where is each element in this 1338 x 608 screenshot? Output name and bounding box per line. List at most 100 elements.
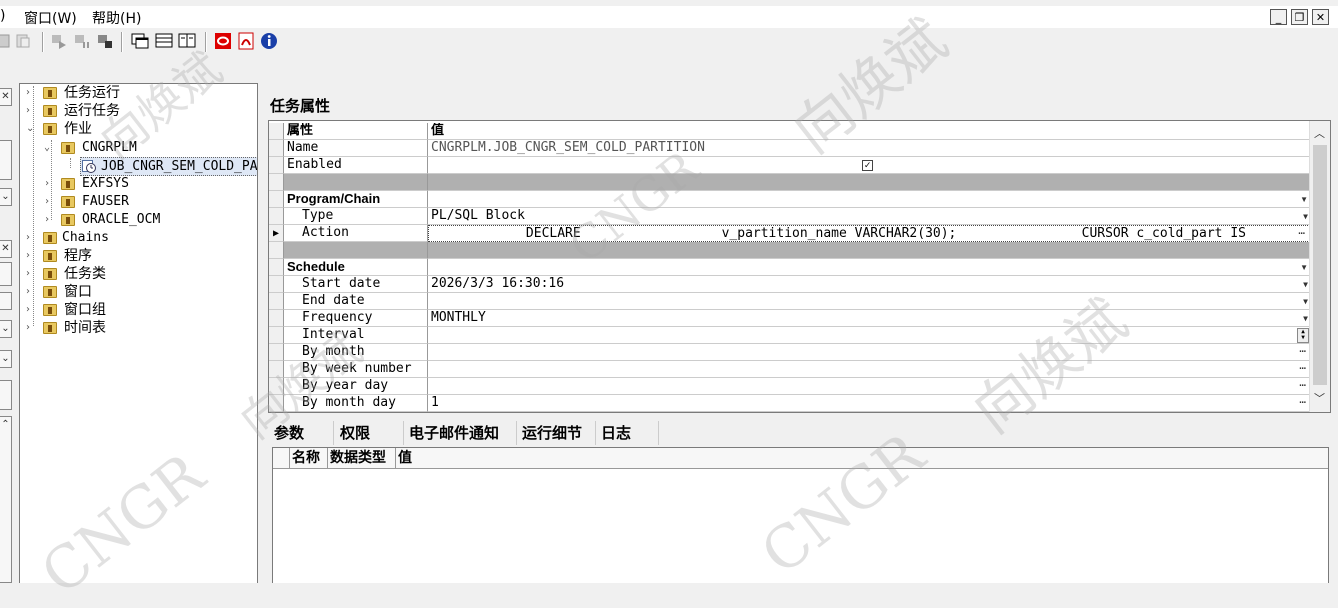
folder-icon xyxy=(43,250,57,262)
ellipsis-icon[interactable]: … xyxy=(1299,344,1306,357)
restore-button[interactable]: ❐ xyxy=(1291,9,1308,25)
chevron-right-icon[interactable]: › xyxy=(26,265,36,283)
property-label: Start date xyxy=(284,276,428,293)
ellipsis-icon[interactable]: … xyxy=(1299,378,1306,391)
property-value[interactable]: DECLARE v_partition_name VARCHAR2(30); C… xyxy=(428,225,1310,242)
property-row-by-year-day[interactable]: By year day … xyxy=(269,378,1310,395)
property-value[interactable]: ▼ xyxy=(428,293,1310,310)
ellipsis-icon[interactable]: … xyxy=(1299,361,1306,374)
chevron-down-icon[interactable]: ﹀ xyxy=(1314,390,1325,406)
spinner-icon[interactable]: ▲ ▼ xyxy=(1297,328,1309,343)
property-value[interactable]: PL/SQL Block ▼ xyxy=(428,208,1310,225)
chevron-right-icon[interactable]: › xyxy=(26,84,36,102)
dropdown-arrow-icon[interactable]: ▼ xyxy=(1303,276,1308,292)
panel-handle[interactable] xyxy=(0,292,12,310)
dropdown-arrow-icon[interactable]: ▼ xyxy=(1303,293,1308,309)
panel-handle[interactable] xyxy=(0,262,12,286)
property-value[interactable]: 1… xyxy=(428,395,1310,412)
column-header-data-type[interactable]: 数据类型 xyxy=(328,448,396,468)
tab-parameters[interactable]: 参数 xyxy=(270,421,334,445)
property-value[interactable]: MONTHLY ▼ xyxy=(428,310,1310,327)
property-value[interactable]: … xyxy=(428,361,1310,378)
property-value[interactable]: 2026/3/3 16:30:16 ▼ xyxy=(428,276,1310,293)
property-row-interval[interactable]: Interval ▲ ▼ xyxy=(269,327,1310,344)
dropdown-arrow-icon[interactable]: ▼ xyxy=(1303,208,1308,224)
scrollbar-thumb[interactable] xyxy=(1313,145,1327,385)
property-label: By week number xyxy=(284,361,428,378)
property-row-type[interactable]: Type PL/SQL Block ▼ xyxy=(269,208,1310,225)
property-group-program-chain[interactable]: Program/Chain ▼ xyxy=(269,191,1310,208)
chevron-right-icon[interactable]: › xyxy=(26,283,36,301)
tab-run-details[interactable]: 运行细节 xyxy=(518,421,596,445)
chevron-down-icon[interactable]: ⌄ xyxy=(0,350,12,368)
split-icon[interactable] xyxy=(178,32,196,50)
property-row-frequency[interactable]: Frequency MONTHLY ▼ xyxy=(269,310,1310,327)
ellipsis-icon[interactable]: … xyxy=(1299,395,1306,408)
chevron-right-icon[interactable]: › xyxy=(44,193,54,211)
save-icon[interactable] xyxy=(0,32,12,50)
row-header xyxy=(269,157,284,174)
property-value[interactable]: ▲ ▼ xyxy=(428,327,1310,344)
property-row-by-month-day[interactable]: By month day 1… xyxy=(269,395,1310,412)
pdf-icon[interactable] xyxy=(237,32,255,50)
tab-log[interactable]: 日志 xyxy=(597,421,659,445)
property-row-by-month[interactable]: By month … xyxy=(269,344,1310,361)
scrollbar[interactable]: ⌃ xyxy=(0,416,12,583)
chevron-down-icon[interactable]: ⌄ xyxy=(0,188,12,206)
column-header-value[interactable]: 值 xyxy=(396,448,1328,468)
tab-email-notification[interactable]: 电子邮件通知 xyxy=(405,421,517,445)
dropdown-arrow-icon[interactable]: ▼ xyxy=(1303,310,1308,326)
property-row-by-week-number[interactable]: By week number … xyxy=(269,361,1310,378)
copy-icon[interactable] xyxy=(14,32,32,50)
chevron-down-icon[interactable]: ⌄ xyxy=(0,320,12,338)
close-icon[interactable]: ✕ xyxy=(0,240,12,258)
chevron-right-icon[interactable]: › xyxy=(26,102,36,120)
grid-icon[interactable] xyxy=(155,32,173,50)
property-row-name[interactable]: Name CNGRPLM.JOB_CNGR_SEM_COLD_PARTITION xyxy=(269,140,1310,157)
chevron-right-icon[interactable]: › xyxy=(44,211,54,229)
run-icon[interactable] xyxy=(50,32,68,50)
chevron-right-icon[interactable]: › xyxy=(44,175,54,193)
property-row-end-date[interactable]: End date ▼ xyxy=(269,293,1310,310)
close-icon[interactable]: ✕ xyxy=(0,88,12,106)
stop-icon[interactable] xyxy=(96,32,114,50)
chevron-right-icon[interactable]: › xyxy=(26,229,36,247)
tree-item-label: CNGRPLM xyxy=(82,140,137,155)
column-header-name[interactable]: 名称 xyxy=(290,448,328,468)
chevron-up-icon[interactable]: ︿ xyxy=(1314,125,1325,141)
ellipsis-icon[interactable]: … xyxy=(1298,226,1305,239)
panel-handle[interactable] xyxy=(0,140,12,180)
minimize-button[interactable]: _ xyxy=(1270,9,1287,25)
chevron-right-icon[interactable]: › xyxy=(26,301,36,319)
toolbar-separator xyxy=(205,32,207,52)
tree-item-label: 程序 xyxy=(64,248,92,264)
panel-handle[interactable] xyxy=(0,380,12,410)
chevron-right-icon[interactable]: › xyxy=(26,319,36,337)
window-icon[interactable] xyxy=(131,32,149,50)
property-row-action[interactable]: ▶ Action DECLARE v_partition_name VARCHA… xyxy=(269,225,1310,242)
row-header xyxy=(269,242,284,259)
property-group-schedule[interactable]: Schedule ▼ xyxy=(269,259,1310,276)
chevron-down-icon[interactable]: ⌄ xyxy=(26,120,36,138)
dropdown-arrow-icon[interactable]: ▼ xyxy=(1300,191,1308,207)
dropdown-arrow-icon[interactable]: ▼ xyxy=(1300,259,1308,275)
property-row-enabled[interactable]: Enabled ✓ xyxy=(269,157,1310,174)
property-value[interactable]: … xyxy=(428,344,1310,361)
info-icon[interactable] xyxy=(260,32,278,50)
menu-partial[interactable]: ) xyxy=(0,8,5,24)
oracle-icon[interactable] xyxy=(214,32,232,50)
menu-help[interactable]: 帮助(H) xyxy=(92,8,141,28)
tab-privileges[interactable]: 权限 xyxy=(336,421,404,445)
pause-icon[interactable] xyxy=(73,32,91,50)
vertical-scrollbar[interactable]: ︿ ﹀ xyxy=(1309,121,1330,412)
property-value[interactable]: … xyxy=(428,378,1310,395)
folder-icon xyxy=(61,196,75,208)
chevron-right-icon[interactable]: › xyxy=(26,247,36,265)
separator-cell xyxy=(284,174,428,191)
close-button[interactable]: ✕ xyxy=(1312,9,1329,25)
chevron-down-icon[interactable]: ⌄ xyxy=(44,139,54,157)
enabled-checkbox[interactable]: ✓ xyxy=(862,160,873,171)
property-row-start-date[interactable]: Start date 2026/3/3 16:30:16 ▼ xyxy=(269,276,1310,293)
menu-window[interactable]: 窗口(W) xyxy=(24,8,77,28)
tree-item-job-selected[interactable]: JOB_CNGR_SEM_COLD_PA xyxy=(80,157,257,176)
